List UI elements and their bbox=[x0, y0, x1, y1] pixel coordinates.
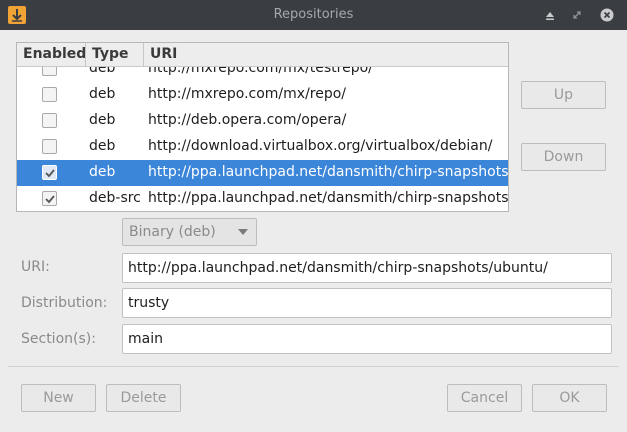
column-divider[interactable] bbox=[85, 43, 86, 67]
uri-label: URI: bbox=[21, 259, 50, 275]
checkmark-icon bbox=[45, 169, 55, 178]
window-title: Repositories bbox=[273, 7, 354, 22]
type-cell: deb bbox=[89, 67, 116, 76]
type-combo-value: Binary (deb) bbox=[129, 224, 216, 240]
type-cell: deb-src bbox=[89, 190, 141, 206]
type-cell: deb bbox=[89, 164, 116, 180]
table-row[interactable]: deb http://mxrepo.com/mx/testrepo/ bbox=[17, 67, 508, 82]
table-row[interactable]: deb http://ppa.launchpad.net/dansmith/chi… bbox=[17, 160, 508, 186]
enabled-checkbox[interactable] bbox=[42, 165, 57, 180]
header-type[interactable]: Type bbox=[92, 46, 129, 62]
uri-cell: http://ppa.launchpad.net/dansmith/chirp-… bbox=[148, 190, 508, 206]
uri-cell: http://mxrepo.com/mx/testrepo/ bbox=[148, 67, 373, 76]
footer-divider bbox=[8, 366, 619, 367]
uri-cell: http://deb.opera.com/opera/ bbox=[148, 112, 347, 128]
delete-button[interactable]: Delete bbox=[106, 384, 181, 412]
maximize-icon[interactable] bbox=[570, 8, 584, 22]
distribution-field[interactable]: trusty bbox=[122, 288, 612, 318]
repository-table[interactable]: Enabled Type URI deb http://mxrepo.com/mx… bbox=[16, 42, 509, 212]
uri-cell: http://download.virtualbox.org/virtualbo… bbox=[148, 138, 493, 154]
uri-cell: http://ppa.launchpad.net/dansmith/chirp-… bbox=[148, 164, 508, 180]
uri-field[interactable]: http://ppa.launchpad.net/dansmith/chirp-… bbox=[122, 253, 612, 283]
new-button[interactable]: New bbox=[21, 384, 96, 412]
table-row[interactable]: deb http://mxrepo.com/mx/repo/ bbox=[17, 82, 508, 108]
close-icon[interactable] bbox=[600, 8, 614, 22]
sections-label: Section(s): bbox=[21, 331, 96, 347]
header-enabled[interactable]: Enabled bbox=[23, 46, 86, 62]
type-cell: deb bbox=[89, 138, 116, 154]
enabled-checkbox[interactable] bbox=[42, 87, 57, 102]
chevron-down-icon bbox=[238, 229, 248, 235]
cancel-button[interactable]: Cancel bbox=[447, 384, 522, 412]
table-row[interactable]: deb http://download.virtualbox.org/virtua… bbox=[17, 134, 508, 160]
table-row[interactable]: deb http://deb.opera.com/opera/ bbox=[17, 108, 508, 134]
enabled-checkbox[interactable] bbox=[42, 191, 57, 206]
type-cell: deb bbox=[89, 112, 116, 128]
type-combo[interactable]: Binary (deb) bbox=[122, 218, 257, 246]
enabled-checkbox[interactable] bbox=[42, 139, 57, 154]
column-divider[interactable] bbox=[143, 43, 144, 67]
ok-button[interactable]: OK bbox=[532, 384, 607, 412]
table-body: deb http://mxrepo.com/mx/testrepo/deb http… bbox=[17, 67, 508, 211]
sections-field[interactable]: main bbox=[122, 324, 612, 354]
type-cell: deb bbox=[89, 86, 116, 102]
table-header: Enabled Type URI bbox=[17, 43, 508, 67]
distribution-label: Distribution: bbox=[21, 295, 108, 311]
header-uri[interactable]: URI bbox=[150, 46, 177, 62]
down-button[interactable]: Down bbox=[521, 143, 606, 171]
shade-icon[interactable] bbox=[543, 8, 557, 22]
table-row[interactable]: deb-src http://ppa.launchpad.net/dansmith… bbox=[17, 186, 508, 211]
up-button[interactable]: Up bbox=[521, 81, 606, 109]
enabled-checkbox[interactable] bbox=[42, 67, 57, 76]
checkmark-icon bbox=[45, 195, 55, 204]
repositories-dialog: Repositories Enabled Type URI deb http:/… bbox=[0, 0, 627, 432]
uri-cell: http://mxrepo.com/mx/repo/ bbox=[148, 86, 347, 102]
title-bar: Repositories bbox=[0, 0, 627, 30]
enabled-checkbox[interactable] bbox=[42, 113, 57, 128]
